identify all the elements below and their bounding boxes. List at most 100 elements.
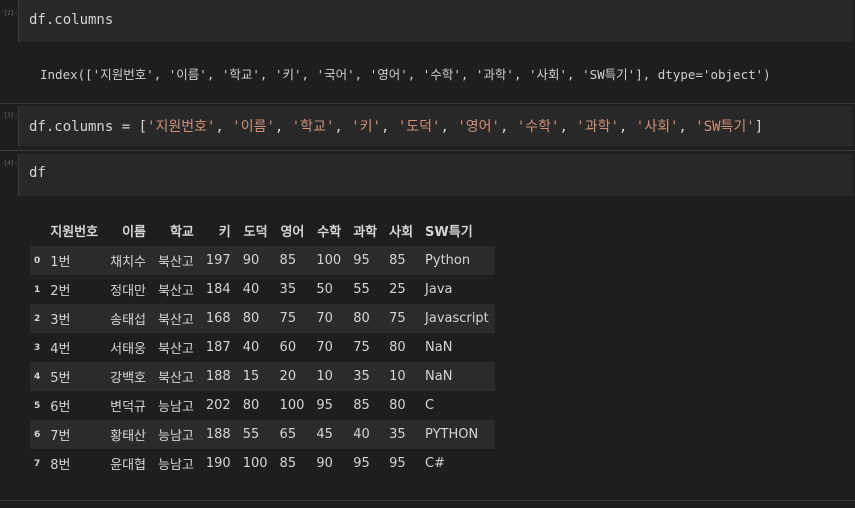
- code-text: df.columns = ['지원번호', '이름', '학교', '키', '…: [29, 116, 763, 136]
- code-comma: ,: [618, 119, 636, 135]
- table-cell: 8번: [50, 458, 71, 473]
- table-body: 0 1번 채치수 북산고 197 90 85 100 95 85 Python 1 2번 정대만 북산고 18…: [30, 246, 495, 478]
- table-cell: 송태섭: [110, 313, 146, 328]
- table-cell: 북산고: [158, 371, 194, 386]
- table-cell: 북산고: [158, 342, 194, 357]
- code-string: '과학': [576, 119, 619, 135]
- table-cell: Python: [425, 253, 471, 268]
- table-cell: C: [425, 398, 435, 413]
- code-prefix: df.columns = [: [29, 119, 148, 135]
- column-header: SW특기: [425, 224, 473, 240]
- table-cell: 202: [205, 398, 231, 413]
- table-cell: Java: [425, 282, 453, 297]
- table-cell: 75: [353, 340, 370, 355]
- code-string: 'SW특기': [695, 119, 755, 135]
- code-string: '학교': [291, 119, 335, 135]
- table-cell: 북산고: [158, 313, 194, 328]
- row-index: 0: [34, 255, 41, 266]
- table-cell: 35: [389, 427, 406, 442]
- table-cell: 197: [205, 253, 231, 268]
- table-cell: 75: [279, 311, 297, 326]
- column-header: 영어: [280, 224, 305, 240]
- code-comma: ,: [678, 119, 696, 135]
- code-string: '수학': [516, 119, 560, 135]
- table-row: 7 8번 윤대협 능남고 190 100 85 90 95 95 C#: [30, 449, 495, 478]
- table-cell: 90: [242, 253, 260, 268]
- table-cell: 85: [279, 253, 297, 268]
- table-cell: 55: [353, 282, 370, 297]
- table-row: 0 1번 채치수 북산고 197 90 85 100 95 85 Python: [30, 246, 495, 275]
- table-cell: 20: [279, 369, 297, 384]
- table-cell: 184: [205, 282, 231, 297]
- table-cell: 3번: [50, 313, 71, 328]
- table-cell: 40: [242, 282, 260, 297]
- table-cell: 채치수: [110, 255, 146, 270]
- table-cell: 80: [242, 311, 260, 326]
- code-comma: ,: [380, 119, 398, 135]
- table-cell: 95: [353, 456, 370, 471]
- code-comma: ,: [215, 119, 233, 135]
- code-cell-1[interactable]: [2]: df.columns: [0, 0, 855, 42]
- table-cell: 5번: [50, 371, 71, 386]
- code-cell-2[interactable]: [3]: df.columns = ['지원번호', '이름', '학교', '…: [0, 106, 855, 146]
- column-header: 학교: [169, 224, 194, 240]
- code-comma: ,: [334, 119, 352, 135]
- table-cell: 100: [242, 456, 268, 471]
- table-cell: 168: [205, 311, 231, 326]
- table-cell: 15: [242, 369, 260, 384]
- table-cell: 40: [242, 340, 260, 355]
- table-cell: 능남고: [158, 458, 194, 473]
- row-index: 3: [34, 342, 41, 353]
- column-header: 수학: [317, 224, 342, 240]
- row-index: 6: [34, 429, 41, 440]
- index-header: [30, 214, 44, 246]
- table-cell: 10: [389, 369, 406, 384]
- table-cell: 90: [316, 456, 333, 471]
- code-input[interactable]: df.columns = ['지원번호', '이름', '학교', '키', '…: [18, 106, 853, 146]
- table-cell: 강백호: [110, 371, 146, 386]
- column-header: 키: [218, 224, 231, 240]
- row-index: 1: [34, 284, 41, 295]
- table-cell: 80: [242, 398, 260, 413]
- table-cell: 45: [316, 427, 333, 442]
- cell-prompt: [2]:: [3, 10, 18, 17]
- table-cell: 70: [316, 311, 333, 326]
- table-cell: 95: [389, 456, 406, 471]
- table-cell: 80: [353, 311, 370, 326]
- code-comma: ,: [499, 119, 517, 135]
- table-cell: C#: [425, 456, 446, 471]
- column-header: 과학: [353, 224, 378, 240]
- table-cell: 85: [389, 253, 406, 268]
- table-row: 6 7번 황태산 능남고 188 55 65 45 40 35 PYTHON: [30, 420, 495, 449]
- table-cell: 70: [316, 340, 333, 355]
- code-string: '이름': [232, 119, 275, 135]
- code-input[interactable]: df.columns: [18, 0, 853, 42]
- cell-prompt: [3]:: [3, 112, 18, 119]
- table-cell: 2번: [50, 284, 71, 299]
- table-cell: 35: [353, 369, 370, 384]
- code-cell-3[interactable]: [4]: df: [0, 154, 855, 196]
- column-header: 도덕: [243, 224, 268, 240]
- table-cell: 윤대협: [110, 458, 146, 473]
- column-header: 이름: [122, 224, 146, 240]
- column-header: 사회: [389, 224, 414, 240]
- table-cell: 95: [353, 253, 370, 268]
- row-index: 5: [34, 400, 41, 411]
- table-cell: 60: [279, 340, 297, 355]
- table-cell: 10: [316, 369, 333, 384]
- table-cell: 1번: [50, 255, 71, 270]
- output-index: Index(['지원번호', '이름', '학교', '키', '국어', '영…: [40, 67, 771, 82]
- table-cell: 95: [316, 398, 333, 413]
- table-cell: 북산고: [158, 284, 194, 299]
- table-cell: 188: [205, 427, 231, 442]
- table-cell: 190: [205, 456, 231, 471]
- table-header-row: 지원번호 이름 학교 키 도덕 영어 수학 과학 사회 SW특기: [30, 214, 495, 246]
- table-cell: 187: [205, 340, 231, 355]
- table-cell: 35: [279, 282, 297, 297]
- code-input[interactable]: df: [18, 154, 853, 196]
- table-cell: 85: [279, 456, 297, 471]
- table-cell: 40: [353, 427, 370, 442]
- table-row: 2 3번 송태섭 북산고 168 80 75 70 80 75 Javascript: [30, 304, 495, 333]
- code-comma: ,: [440, 119, 458, 135]
- table-cell: 능남고: [158, 400, 194, 415]
